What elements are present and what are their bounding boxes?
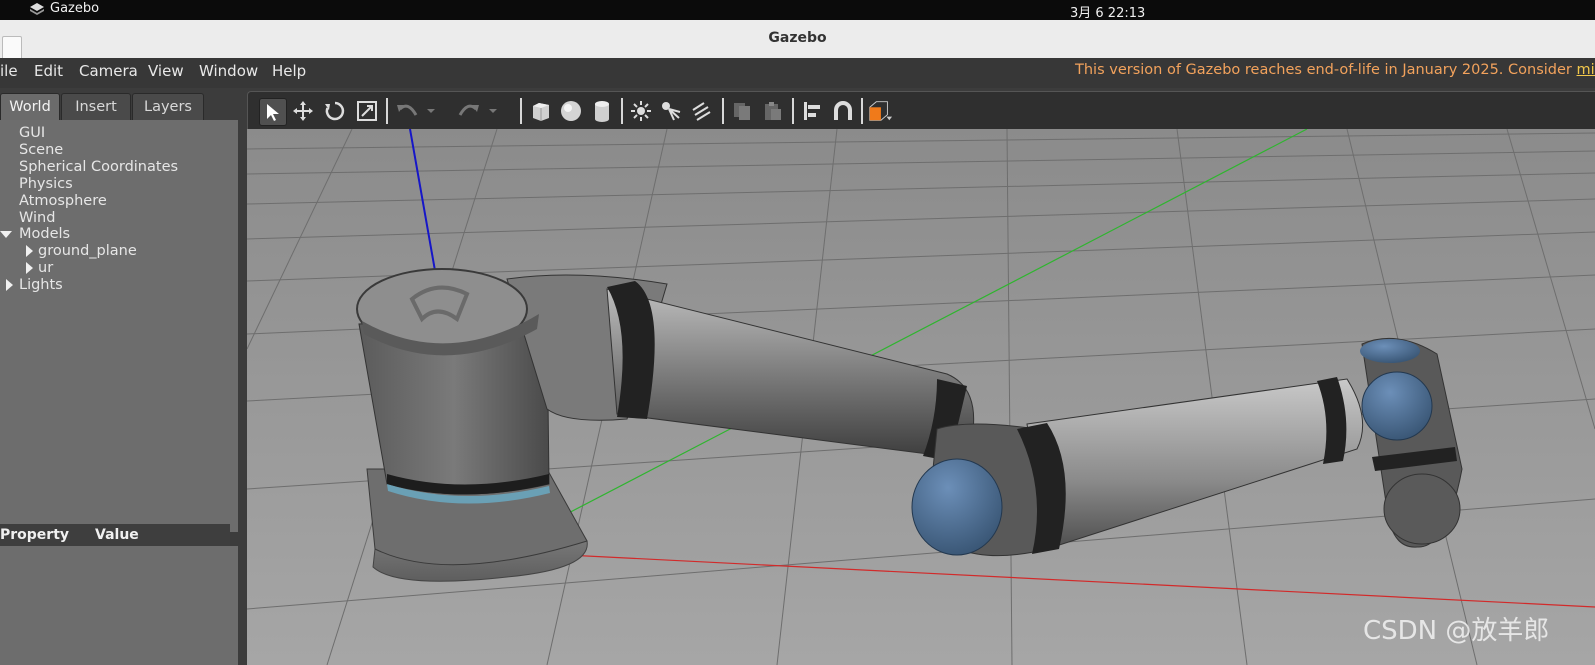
select-mode-icon[interactable]	[259, 98, 287, 126]
joint-cap-wrist	[1361, 371, 1433, 441]
properties-header: Property Value	[0, 524, 230, 546]
window-title: Gazebo	[768, 30, 827, 46]
system-clock[interactable]: 3月 6 22:13	[1070, 2, 1145, 21]
toolbar-separator	[386, 98, 388, 124]
joint-cap-elbow	[911, 458, 1003, 556]
cylinder-shape-icon[interactable]	[589, 98, 615, 124]
toolbar-separator	[792, 98, 794, 124]
value-column-header: Value	[95, 527, 139, 543]
menu-edit[interactable]: Edit	[34, 62, 63, 80]
menu-window[interactable]: Window	[199, 62, 258, 80]
scale-mode-icon[interactable]	[354, 98, 380, 124]
view-angle-icon[interactable]	[867, 98, 893, 124]
paste-icon[interactable]	[760, 98, 786, 124]
undo-dropdown-icon[interactable]	[424, 98, 438, 124]
redo-dropdown-icon[interactable]	[486, 98, 500, 124]
align-icon[interactable]	[799, 98, 825, 124]
directional-light-icon[interactable]	[688, 98, 714, 124]
menu-help[interactable]: Help	[272, 62, 306, 80]
rotate-mode-icon[interactable]	[322, 98, 348, 124]
scene-toolbar	[247, 91, 1595, 130]
spot-light-icon[interactable]	[658, 98, 684, 124]
system-app-name: Gazebo	[50, 1, 100, 16]
collapsed-arrow-icon[interactable]	[6, 279, 13, 291]
expand-arrow-icon[interactable]	[0, 231, 12, 238]
menu-camera[interactable]: Camera	[79, 62, 138, 80]
toolbar-separator	[520, 98, 522, 124]
world-tree: GUI Scene Spherical Coordinates Physics …	[0, 120, 238, 525]
window-title-bar[interactable]: Gazebo	[0, 20, 1595, 60]
tree-item-scene[interactable]: Scene	[19, 142, 63, 159]
tree-item-gui[interactable]: GUI	[19, 125, 45, 142]
sphere-shape-icon[interactable]	[558, 98, 584, 124]
toolbar-separator	[722, 98, 724, 124]
menu-view[interactable]: View	[148, 62, 184, 80]
menu-file[interactable]: ile	[0, 62, 18, 80]
system-app-indicator[interactable]: Gazebo	[30, 1, 99, 16]
eol-notice: This version of Gazebo reaches end-of-li…	[1075, 62, 1595, 78]
migration-link[interactable]: migratin	[1577, 62, 1595, 78]
tree-item-atmosphere[interactable]: Atmosphere	[19, 193, 107, 210]
tree-item-models[interactable]: Models	[19, 226, 70, 243]
tab-world[interactable]: World	[0, 93, 60, 120]
tree-item-physics[interactable]: Physics	[19, 176, 73, 193]
tree-item-ur[interactable]: ur	[38, 260, 53, 277]
csdn-watermark: CSDN @放羊郎	[1363, 616, 1550, 646]
copy-icon[interactable]	[729, 98, 755, 124]
snap-icon[interactable]	[830, 98, 856, 124]
redo-icon[interactable]	[456, 98, 482, 124]
left-panel: World Insert Layers GUI Scene Spherical …	[0, 88, 246, 665]
point-light-icon[interactable]	[628, 98, 654, 124]
undo-icon[interactable]	[394, 98, 420, 124]
menu-bar: ile Edit Camera View Window Help This ve…	[0, 58, 1595, 88]
toolbar-separator	[621, 98, 623, 124]
tree-item-lights[interactable]: Lights	[19, 277, 63, 294]
gazebo-logo-icon	[30, 2, 44, 15]
collapsed-arrow-icon[interactable]	[26, 245, 33, 257]
properties-table	[0, 546, 238, 665]
scene-render[interactable]	[247, 129, 1595, 665]
eol-notice-text: This version of Gazebo reaches end-of-li…	[1075, 62, 1577, 78]
tree-item-ground-plane[interactable]: ground_plane	[38, 243, 137, 260]
joint-cap-wrist-top	[1360, 339, 1420, 363]
tree-item-wind[interactable]: Wind	[19, 210, 55, 227]
box-shape-icon[interactable]	[527, 98, 553, 124]
scene-viewport[interactable]	[247, 129, 1595, 665]
toolbar-separator	[861, 98, 863, 124]
collapsed-arrow-icon[interactable]	[26, 262, 33, 274]
property-column-header: Property	[0, 527, 70, 543]
translate-mode-icon[interactable]	[290, 98, 316, 124]
tab-layers[interactable]: Layers	[132, 93, 204, 120]
tab-insert[interactable]: Insert	[61, 93, 131, 120]
tree-item-spherical-coordinates[interactable]: Spherical Coordinates	[19, 159, 178, 176]
system-top-bar: Gazebo 3月 6 22:13	[0, 0, 1595, 21]
